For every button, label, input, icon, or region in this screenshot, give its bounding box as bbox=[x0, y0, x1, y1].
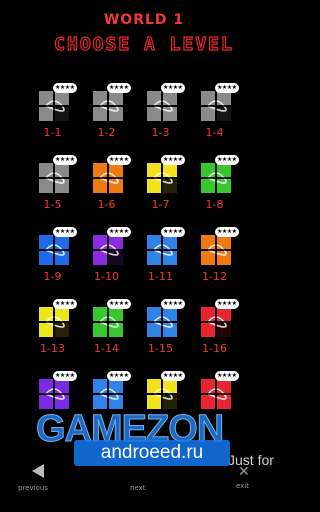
choose-level-title: CHOOSE A LEVEL bbox=[54, 33, 234, 55]
watermark-site: androeed.ru bbox=[74, 440, 230, 466]
star-rating: ★★★★ bbox=[107, 155, 131, 165]
blue-t-tile bbox=[146, 234, 178, 266]
star-rating: ★★★★ bbox=[107, 227, 131, 237]
grey-pipe-tile bbox=[38, 90, 70, 122]
close-icon: ✕ bbox=[238, 464, 250, 480]
level-label: 1-12 bbox=[202, 270, 227, 283]
previous-button[interactable]: previous bbox=[18, 464, 48, 492]
star-rating: ★★★★ bbox=[53, 371, 77, 381]
previous-label: previous bbox=[18, 484, 48, 492]
red-pipe-tile bbox=[200, 378, 232, 410]
star-rating: ★★★★ bbox=[53, 227, 77, 237]
watermark-suffix: Just for bbox=[228, 452, 274, 468]
grey-curve-tile bbox=[200, 90, 232, 122]
grey-pipe-tile bbox=[38, 162, 70, 194]
level-button[interactable]: ★★★★ 1-6 bbox=[76, 150, 137, 222]
level-button[interactable]: ★★★★ 1-13 bbox=[22, 294, 83, 366]
next-label: next bbox=[130, 484, 146, 492]
next-button[interactable]: next bbox=[130, 464, 146, 492]
star-rating: ★★★★ bbox=[107, 299, 131, 309]
level-label: 1-4 bbox=[205, 126, 224, 139]
level-label: 1-5 bbox=[43, 198, 62, 211]
level-label: 1-7 bbox=[151, 198, 170, 211]
level-label: 1-1 bbox=[43, 126, 62, 139]
level-button[interactable]: ★★★★ 1-16 bbox=[184, 294, 245, 366]
level-button[interactable]: ★★★★ 1-8 bbox=[184, 150, 245, 222]
grey-loop-tile bbox=[146, 90, 178, 122]
star-rating: ★★★★ bbox=[215, 227, 239, 237]
level-button[interactable]: ★★★★ 1-12 bbox=[184, 222, 245, 294]
yellow-pipe-tile bbox=[146, 162, 178, 194]
star-rating: ★★★★ bbox=[215, 371, 239, 381]
level-button[interactable]: ★★★★ 1-11 bbox=[130, 222, 191, 294]
star-rating: ★★★★ bbox=[161, 83, 185, 93]
left-arrow-icon bbox=[32, 464, 44, 478]
star-rating: ★★★★ bbox=[215, 299, 239, 309]
green-pipe-tile bbox=[92, 306, 124, 338]
world-title: WORLD 1 bbox=[103, 12, 185, 28]
green-curve-tile bbox=[200, 162, 232, 194]
level-button[interactable]: ★★★★ 1-2 bbox=[76, 78, 137, 150]
level-button[interactable]: ★★★★ 1-4 bbox=[184, 78, 245, 150]
level-label: 1-8 bbox=[205, 198, 224, 211]
level-button[interactable]: ★★★★ 1-10 bbox=[76, 222, 137, 294]
level-label: 1-11 bbox=[148, 270, 173, 283]
star-rating: ★★★★ bbox=[107, 83, 131, 93]
level-button[interactable]: ★★★★ 1-9 bbox=[22, 222, 83, 294]
level-label: 1-9 bbox=[43, 270, 62, 283]
blue-pipe-tile bbox=[92, 378, 124, 410]
orange-curve-tile bbox=[200, 234, 232, 266]
star-rating: ★★★★ bbox=[161, 227, 185, 237]
star-rating: ★★★★ bbox=[53, 299, 77, 309]
orange-curve-tile bbox=[92, 162, 124, 194]
grey-pipe-tile bbox=[92, 90, 124, 122]
level-label: 1-10 bbox=[94, 270, 119, 283]
level-label: 1-15 bbox=[148, 342, 173, 355]
red-loop-tile bbox=[200, 306, 232, 338]
blue-pipe-tile bbox=[38, 234, 70, 266]
level-button[interactable]: ★★★★ 1-3 bbox=[130, 78, 191, 150]
star-rating: ★★★★ bbox=[161, 371, 185, 381]
star-rating: ★★★★ bbox=[53, 155, 77, 165]
blue-loop-tile bbox=[146, 306, 178, 338]
purple-pipe-tile bbox=[92, 234, 124, 266]
level-label: 1-2 bbox=[97, 126, 116, 139]
purple-pipe-tile bbox=[38, 378, 70, 410]
star-rating: ★★★★ bbox=[161, 299, 185, 309]
level-label: 1-3 bbox=[151, 126, 170, 139]
level-label: 1-13 bbox=[40, 342, 65, 355]
star-rating: ★★★★ bbox=[107, 371, 131, 381]
level-button[interactable]: ★★★★ 1-1 bbox=[22, 78, 83, 150]
level-button[interactable]: ★★★★ 1-5 bbox=[22, 150, 83, 222]
star-rating: ★★★★ bbox=[161, 155, 185, 165]
yellow-pipe-tile bbox=[146, 378, 178, 410]
level-button[interactable]: ★★★★ 1-14 bbox=[76, 294, 137, 366]
yellow-cross-tile bbox=[38, 306, 70, 338]
level-label: 1-16 bbox=[202, 342, 227, 355]
exit-label: exit bbox=[236, 482, 250, 490]
exit-button[interactable]: ✕ exit bbox=[236, 464, 250, 490]
level-button[interactable]: ★★★★ 1-7 bbox=[130, 150, 191, 222]
star-rating: ★★★★ bbox=[215, 83, 239, 93]
level-button[interactable]: ★★★★ 1-15 bbox=[130, 294, 191, 366]
level-label: 1-6 bbox=[97, 198, 116, 211]
star-rating: ★★★★ bbox=[53, 83, 77, 93]
star-rating: ★★★★ bbox=[215, 155, 239, 165]
level-label: 1-14 bbox=[94, 342, 119, 355]
